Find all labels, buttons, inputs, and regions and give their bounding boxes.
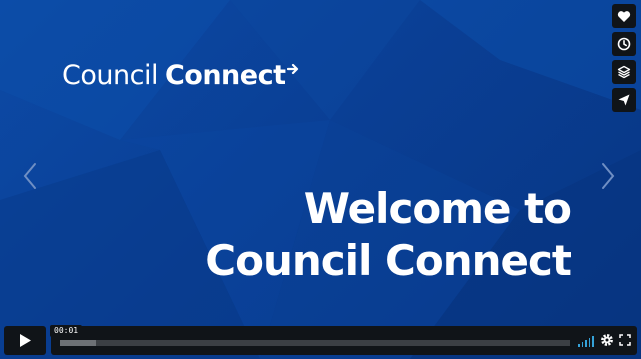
logo-text-light: Council <box>62 59 158 91</box>
collections-button[interactable] <box>612 60 636 84</box>
layers-icon <box>617 65 631 79</box>
logo-text-bold: Connect <box>164 59 286 91</box>
background-facets <box>0 0 641 359</box>
clock-icon <box>617 37 631 51</box>
like-button[interactable] <box>612 4 636 28</box>
chevron-left-icon[interactable] <box>20 160 40 192</box>
share-button[interactable] <box>612 88 636 112</box>
welcome-headline: Welcome to Council Connect <box>205 183 572 287</box>
buffered-progress <box>60 340 96 346</box>
council-connect-logo: Council Connect <box>62 58 299 92</box>
watch-later-button[interactable] <box>612 32 636 56</box>
volume-icon[interactable] <box>578 335 594 347</box>
chevron-right-icon[interactable] <box>598 160 618 192</box>
side-action-bar <box>612 4 636 112</box>
send-icon <box>618 94 630 106</box>
gear-icon[interactable] <box>600 333 614 347</box>
heart-icon <box>617 10 631 22</box>
logo-arrow-icon <box>287 63 299 75</box>
video-frame[interactable]: Council Connect Welcome to Council Conne… <box>0 0 641 359</box>
headline-line-1: Welcome to <box>303 184 572 233</box>
play-button[interactable] <box>4 326 46 355</box>
progress-track[interactable] <box>60 340 570 346</box>
headline-line-2: Council Connect <box>205 236 572 285</box>
time-tooltip: 00:01 <box>50 325 83 340</box>
play-icon <box>20 334 31 347</box>
control-bar <box>51 326 637 355</box>
fullscreen-icon[interactable] <box>619 334 631 346</box>
player-controls <box>0 324 641 359</box>
